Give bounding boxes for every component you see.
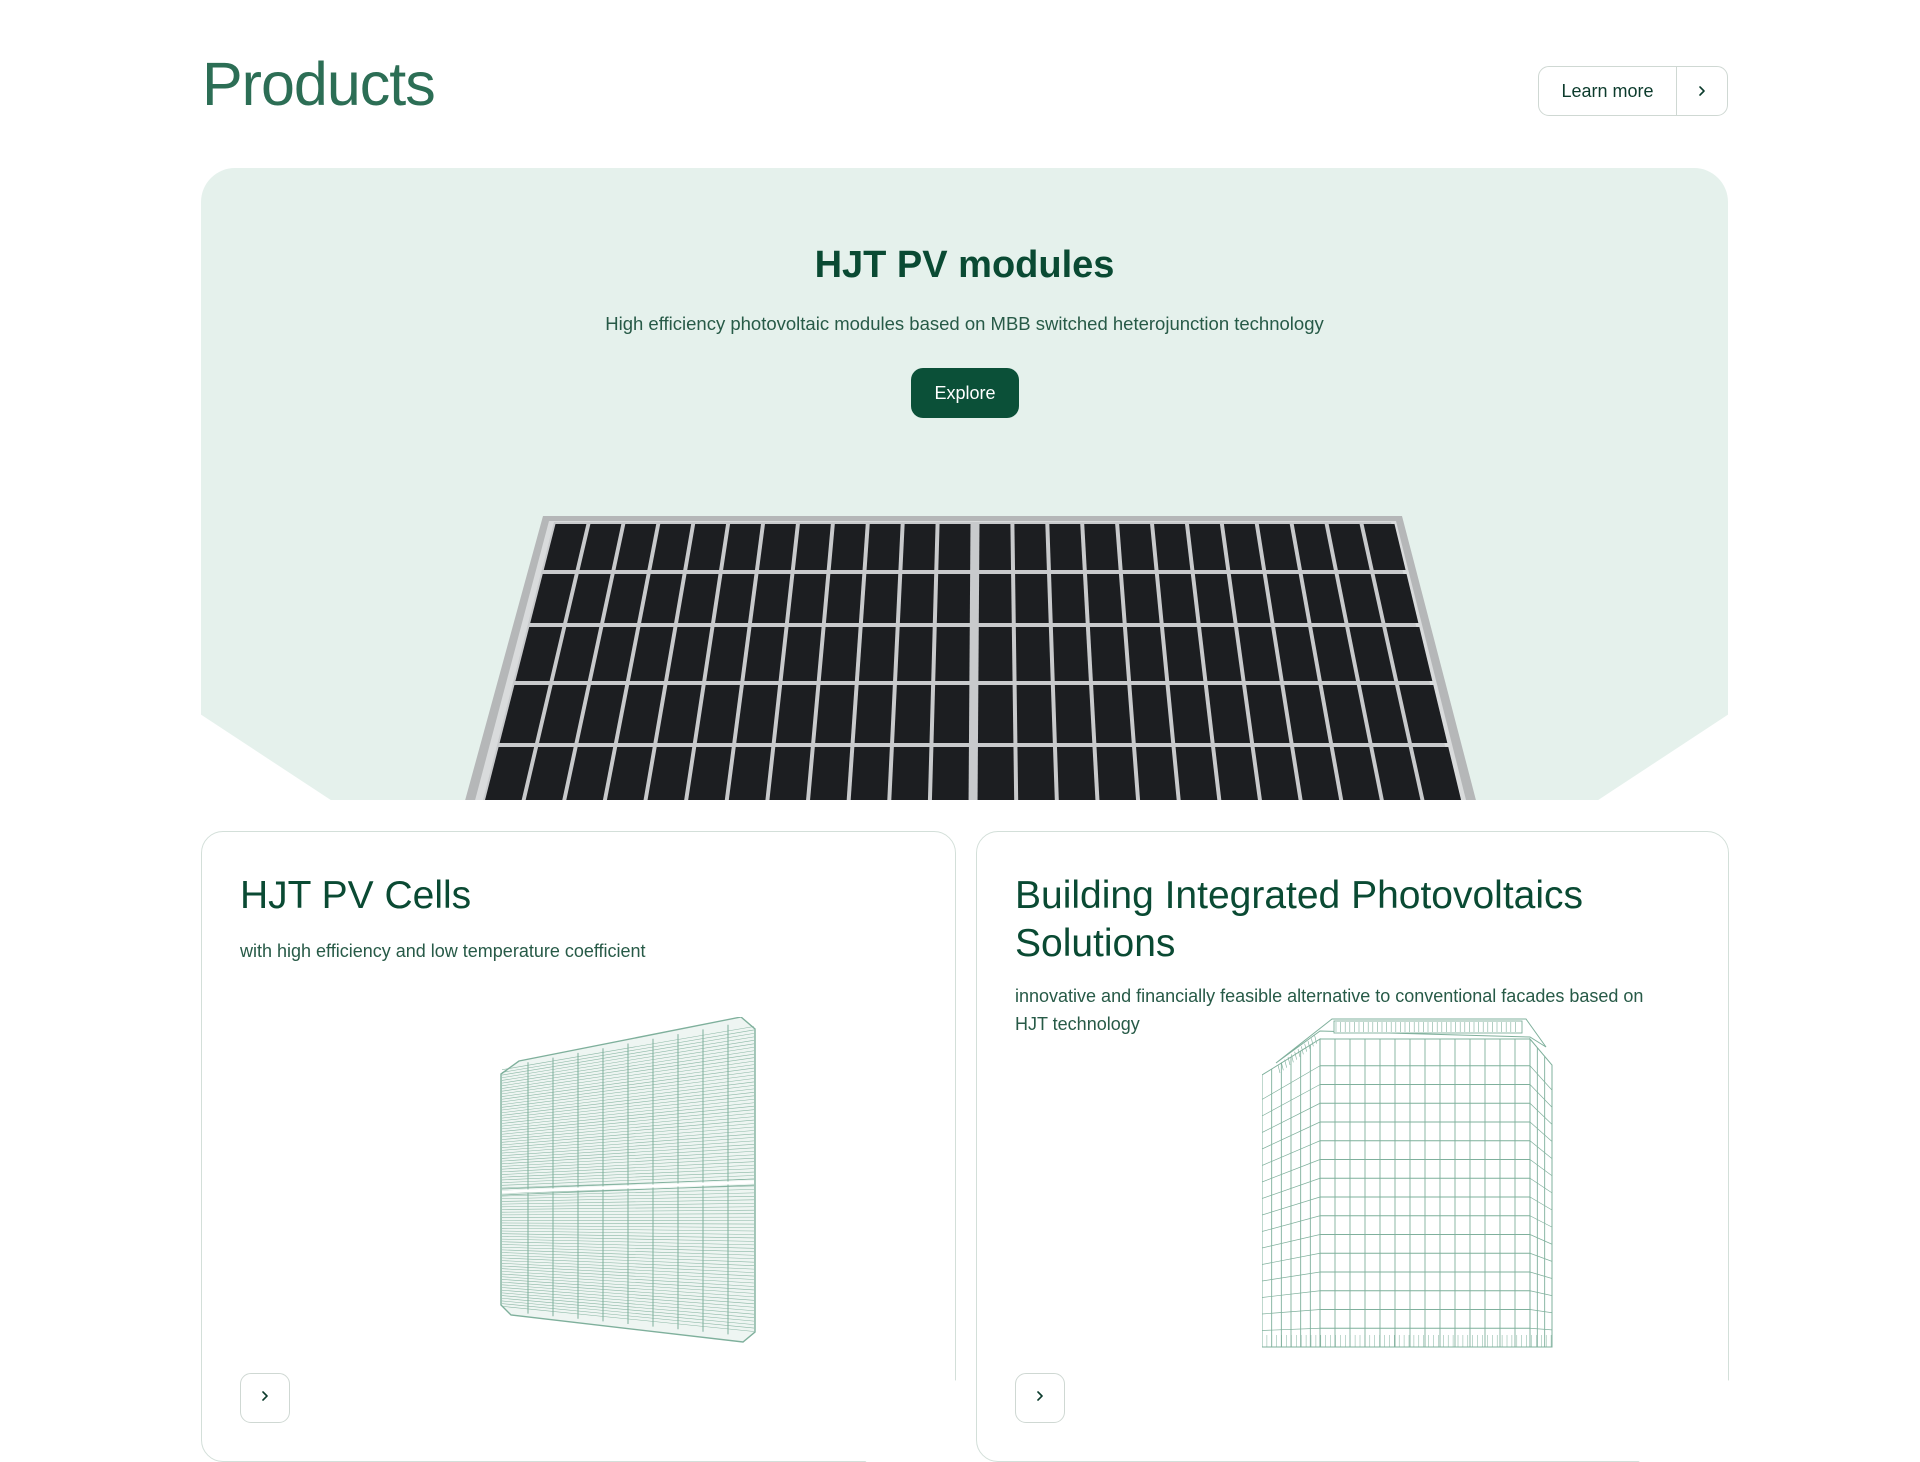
pv-module-cell bbox=[932, 747, 969, 800]
card-title: Building Integrated Photovoltaics Soluti… bbox=[1015, 872, 1655, 968]
pv-module-cell bbox=[978, 685, 1013, 743]
pv-module-cell bbox=[900, 574, 934, 623]
hero-card-hjt-pv-modules[interactable]: HJT PV modules High efficiency photovolt… bbox=[201, 168, 1728, 800]
pv-module-cell bbox=[1170, 685, 1211, 743]
pv-module-cell bbox=[1136, 747, 1177, 800]
pv-module-cell bbox=[826, 574, 862, 623]
card-title: HJT PV Cells bbox=[240, 872, 880, 920]
card-arrow-button[interactable] bbox=[240, 1373, 290, 1423]
pv-module-cell bbox=[1017, 685, 1053, 743]
pv-module-cell bbox=[1087, 574, 1123, 623]
card-bipv-solutions[interactable]: Building Integrated Photovoltaics Soluti… bbox=[976, 831, 1729, 1462]
pv-module-cell bbox=[897, 627, 933, 681]
card-subtitle: with high efficiency and low temperature… bbox=[240, 937, 900, 965]
page-title: Products bbox=[202, 44, 435, 124]
pv-module-cell bbox=[821, 627, 859, 681]
learn-more-button[interactable]: Learn more bbox=[1538, 66, 1728, 116]
pv-module-cell bbox=[938, 524, 970, 570]
pv-module-cell bbox=[1084, 524, 1118, 570]
pv-module-cell bbox=[831, 524, 866, 570]
pv-module-cell bbox=[978, 627, 1012, 681]
pv-module-cell bbox=[934, 685, 970, 743]
pv-module-cell bbox=[979, 524, 1011, 570]
pv-cell-illustration bbox=[497, 1017, 827, 1422]
pv-module-cell bbox=[1093, 685, 1132, 743]
pv-module-cell bbox=[776, 685, 817, 743]
pv-module-cell bbox=[1164, 627, 1203, 681]
pv-module-cell bbox=[789, 574, 826, 623]
pv-module-cell bbox=[1016, 627, 1051, 681]
pv-module-cell bbox=[937, 574, 970, 623]
pv-module-cell bbox=[1051, 574, 1086, 623]
pv-module-cell bbox=[1049, 524, 1082, 570]
pv-module-cell bbox=[1189, 524, 1226, 570]
solar-panel-illustration bbox=[201, 168, 1728, 800]
pv-module-cell bbox=[1131, 685, 1171, 743]
learn-more-label: Learn more bbox=[1539, 67, 1677, 115]
pv-module-cell bbox=[1053, 627, 1089, 681]
pv-module-cell bbox=[810, 747, 851, 800]
pv-module-cell bbox=[1055, 685, 1092, 743]
building-illustration bbox=[1262, 1017, 1622, 1422]
pv-module-cell bbox=[1119, 524, 1154, 570]
chevron-right-icon bbox=[1034, 1389, 1046, 1408]
pv-module-cell bbox=[1176, 747, 1218, 800]
pv-module-cell bbox=[744, 627, 784, 681]
pv-module-cell bbox=[1014, 524, 1046, 570]
pv-module-cell bbox=[1195, 574, 1234, 623]
chevron-right-icon bbox=[1677, 67, 1727, 115]
pv-module-cell bbox=[1123, 574, 1160, 623]
pv-module-cell bbox=[1159, 574, 1197, 623]
pv-module-cell bbox=[1127, 627, 1165, 681]
pv-module-cell bbox=[867, 524, 901, 570]
pv-module-cell bbox=[759, 524, 796, 570]
pv-module-cell bbox=[1154, 524, 1190, 570]
pv-module-cell bbox=[902, 524, 935, 570]
pv-module-cell bbox=[855, 685, 893, 743]
pv-module-cell bbox=[783, 627, 822, 681]
chevron-right-icon bbox=[259, 1389, 271, 1408]
pv-module-cell bbox=[979, 574, 1012, 623]
pv-module-cell bbox=[1017, 747, 1055, 800]
pv-module-cell bbox=[935, 627, 970, 681]
pv-module-cell bbox=[1057, 747, 1096, 800]
pv-module-cell bbox=[894, 685, 931, 743]
pv-module-cell bbox=[863, 574, 898, 623]
pv-module-cell bbox=[859, 627, 896, 681]
pv-module-cell bbox=[1090, 627, 1127, 681]
pv-module-cell bbox=[795, 524, 831, 570]
card-hjt-pv-cells[interactable]: HJT PV Cells with high efficiency and lo… bbox=[201, 831, 956, 1462]
pv-module-cell bbox=[1097, 747, 1137, 800]
pv-module-cell bbox=[891, 747, 929, 800]
pv-module-cell bbox=[978, 747, 1015, 800]
pv-module-cell bbox=[815, 685, 854, 743]
pv-module-cell bbox=[1015, 574, 1049, 623]
pv-module-cell bbox=[769, 747, 811, 800]
card-arrow-button[interactable] bbox=[1015, 1373, 1065, 1423]
pv-module-cell bbox=[752, 574, 790, 623]
pv-module-cell bbox=[850, 747, 890, 800]
